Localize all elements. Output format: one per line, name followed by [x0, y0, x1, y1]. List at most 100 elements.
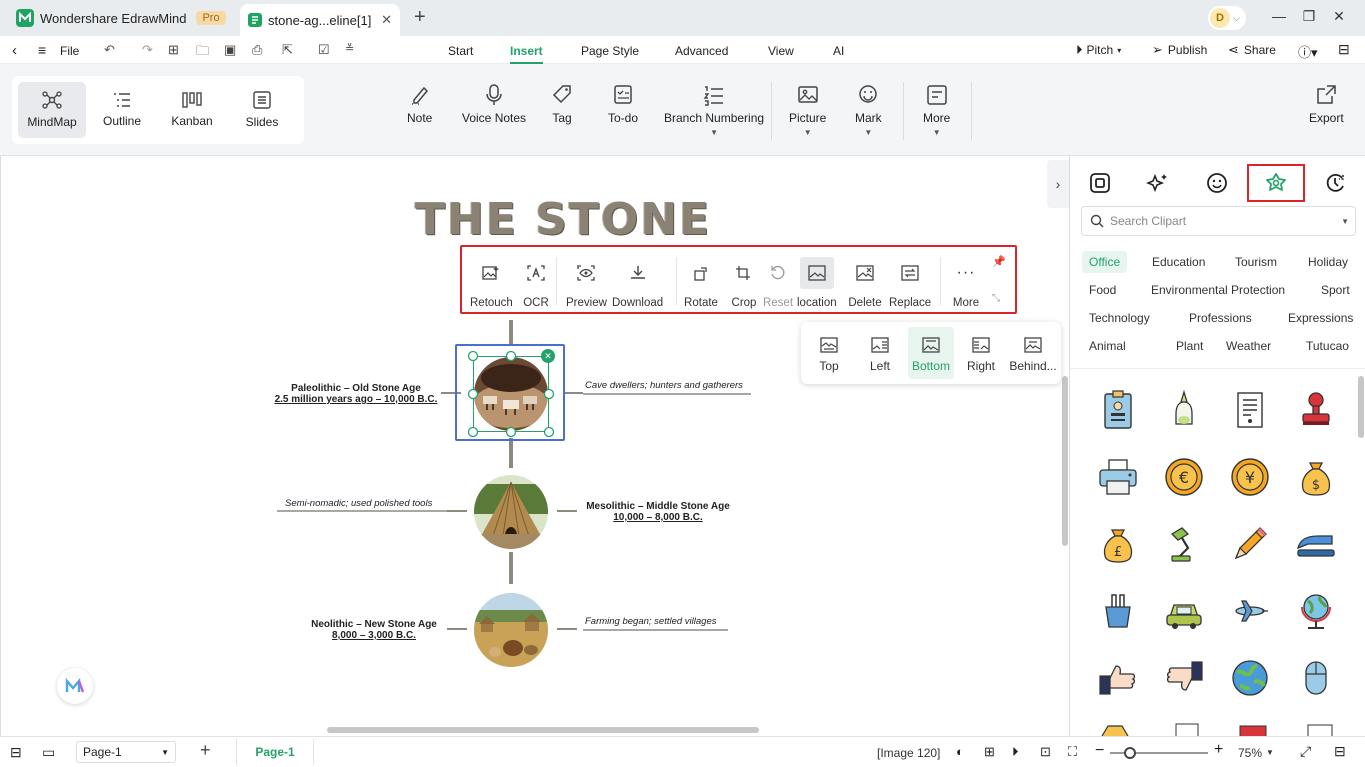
dropdown-caret-icon[interactable]: ▼ [864, 129, 872, 137]
category-office[interactable]: Office [1082, 251, 1128, 273]
collapse-ribbon-icon[interactable]: ⊟ [1338, 41, 1350, 58]
dollar-bag-icon[interactable]: $ [1294, 455, 1338, 499]
preview-button[interactable]: Preview [566, 265, 607, 309]
document-tab[interactable]: stone-ag...eline[1] ✕ [240, 4, 400, 36]
maximize-icon[interactable]: ❐ [1299, 8, 1319, 25]
open-folder-icon[interactable]: 🗀 [196, 42, 209, 64]
tab-advanced[interactable]: Advanced [675, 44, 728, 58]
stapler-icon[interactable] [1294, 522, 1338, 566]
mouse-icon[interactable] [1294, 656, 1338, 700]
tab-view[interactable]: View [768, 44, 794, 58]
node-mesolithic-title[interactable]: Mesolithic – Middle Stone Age 10,000 – 8… [581, 501, 735, 523]
node-mesolithic-note[interactable]: Semi-nomadic; used polished tools [285, 498, 432, 509]
add-page-icon[interactable]: + [200, 740, 211, 761]
page-panel-icon[interactable]: ▭ [42, 744, 55, 761]
chevron-down-icon[interactable]: ▼ [1341, 217, 1349, 226]
location-left[interactable]: Left [857, 327, 903, 379]
app-tab[interactable]: Wondershare EdrawMind Pro [8, 4, 234, 32]
save-icon[interactable]: ▣ [224, 42, 236, 58]
clipart-search-input[interactable] [1110, 214, 1336, 228]
pitch-button[interactable]: ⏵ Pitch ▾ [1076, 42, 1121, 58]
export-button[interactable]: Export [1309, 84, 1344, 125]
dropdown-caret-icon[interactable]: ▼ [933, 129, 941, 137]
location-bottom[interactable]: Bottom [908, 327, 954, 379]
dropdown-caret-icon[interactable]: ▼ [710, 129, 718, 137]
panel-scrollbar[interactable] [1358, 376, 1364, 438]
mesolithic-hut-image[interactable] [473, 474, 549, 550]
rotate-button[interactable]: Rotate [684, 265, 718, 309]
panel-tab-format[interactable] [1071, 164, 1129, 202]
todo-button[interactable]: To-do [608, 84, 638, 125]
view-kanban[interactable]: Kanban [158, 82, 226, 138]
publish-button[interactable]: ➢ Publish [1152, 42, 1207, 58]
airplane-icon[interactable] [1228, 589, 1272, 633]
file-menu[interactable]: File [60, 44, 79, 58]
glue-bottle-icon[interactable] [1162, 388, 1206, 432]
note-button[interactable]: Note [407, 84, 432, 125]
remove-image-icon[interactable]: ✕ [541, 349, 555, 363]
pound-bag-icon[interactable]: £ [1096, 522, 1140, 566]
collapse-panel-icon[interactable]: › [1047, 160, 1069, 208]
page-tab-active[interactable]: Page-1 [236, 739, 314, 765]
category-professions[interactable]: Professions [1182, 307, 1259, 329]
fit-page-icon[interactable]: ⊡ [1040, 744, 1051, 760]
delete-image-button[interactable]: Delete [848, 265, 882, 309]
voice-notes-button[interactable]: Voice Notes [462, 84, 526, 125]
category-tutucao[interactable]: Tutucao [1299, 335, 1356, 357]
location-behind[interactable]: Behind... [1009, 327, 1057, 379]
document-icon[interactable] [1228, 388, 1272, 432]
category-holiday[interactable]: Holiday [1301, 251, 1355, 273]
vertical-scrollbar[interactable] [1062, 376, 1068, 546]
close-tab-icon[interactable]: ✕ [381, 12, 392, 28]
yen-coin-icon[interactable]: ¥ [1228, 455, 1272, 499]
pin-icon[interactable]: 📌 [992, 255, 1006, 268]
page-selector[interactable]: Page-1 ▼ [76, 741, 176, 763]
category-technology[interactable]: Technology [1082, 307, 1157, 329]
location-right[interactable]: Right [958, 327, 1004, 379]
horizontal-scrollbar[interactable] [327, 727, 759, 733]
retouch-button[interactable]: Retouch [470, 265, 513, 309]
thumbs-up-icon[interactable] [1096, 656, 1140, 700]
view-mindmap[interactable]: MindMap [18, 82, 86, 138]
mindmap-canvas[interactable]: THE STONE ✕ Paleolithic – Old Stone Age … [0, 156, 1069, 736]
download-button[interactable]: Download [612, 265, 663, 309]
thumbs-down-icon[interactable] [1162, 656, 1206, 700]
tab-ai[interactable]: AI [833, 44, 844, 58]
print-icon[interactable]: ⎙ [252, 42, 262, 58]
zoom-in-icon[interactable]: + [1214, 741, 1223, 759]
node-paleolithic-note[interactable]: Cave dwellers; hunters and gatherers [585, 380, 743, 391]
redo-icon[interactable]: ↷ [142, 42, 153, 58]
theme-icon[interactable]: ◐ [956, 744, 964, 759]
branch-numbering-button[interactable]: Branch Numbering ▼ [664, 84, 764, 137]
zoom-out-icon[interactable]: − [1095, 742, 1104, 760]
node-neolithic-title[interactable]: Neolithic – New Stone Age 8,000 – 3,000 … [305, 619, 443, 641]
account-button[interactable]: D ⌵ [1208, 6, 1246, 30]
more-button[interactable]: More ▼ [923, 84, 950, 137]
mark-button[interactable]: Mark ▼ [855, 84, 882, 137]
location-button[interactable]: location [797, 257, 837, 309]
new-tab-button[interactable]: + [414, 6, 426, 29]
panel-tab-marks[interactable] [1188, 164, 1246, 202]
category-plant[interactable]: Plant [1169, 335, 1210, 357]
new-file-icon[interactable]: ⊞ [168, 42, 179, 58]
euro-coin-icon[interactable]: € [1162, 455, 1206, 499]
category-tourism[interactable]: Tourism [1228, 251, 1284, 273]
share-button[interactable]: ⋖ Share [1228, 42, 1276, 58]
panel-tab-clipart[interactable] [1247, 164, 1305, 202]
earth-icon[interactable] [1228, 656, 1272, 700]
pencil-icon[interactable] [1228, 522, 1272, 566]
binder-clip-icon[interactable] [1096, 589, 1140, 633]
globe-stand-icon[interactable] [1294, 589, 1338, 633]
export-quick-icon[interactable]: ⇱ [282, 42, 293, 58]
more-options-button[interactable]: ··· More [949, 264, 983, 309]
ai-assistant-button[interactable] [57, 668, 93, 704]
view-outline[interactable]: Outline [88, 82, 156, 138]
category-environmental-protection[interactable]: Environmental Protection [1144, 279, 1292, 301]
undo-icon[interactable]: ↶ [104, 42, 115, 58]
tab-insert[interactable]: Insert [510, 44, 543, 64]
printer-icon[interactable] [1096, 455, 1140, 499]
category-expressions[interactable]: Expressions [1281, 307, 1360, 329]
category-food[interactable]: Food [1082, 279, 1123, 301]
category-education[interactable]: Education [1145, 251, 1212, 273]
fullscreen-icon[interactable]: ⤢ [1300, 743, 1311, 760]
